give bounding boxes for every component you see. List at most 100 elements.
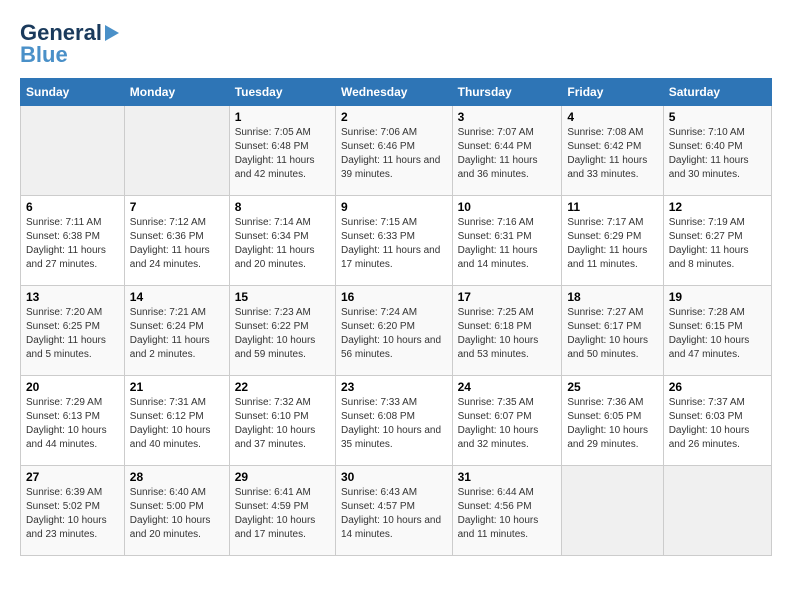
page-header: General Blue: [20, 20, 772, 68]
calendar-cell: 24 Sunrise: 7:35 AM Sunset: 6:07 PM Dayli…: [452, 376, 562, 466]
calendar-cell: 3Sunrise: 7:07 AM Sunset: 6:44 PM Daylig…: [452, 106, 562, 196]
week-row-4: 20 Sunrise: 7:29 AM Sunset: 6:13 PM Dayli…: [21, 376, 772, 466]
day-info: Sunrise: 7:32 AM Sunset: 6:10 PM Dayligh…: [235, 396, 330, 452]
day-number: 3: [458, 110, 557, 124]
day-info: Sunrise: 7:20 AM Sunset: 6:25 PM Dayligh…: [26, 306, 119, 362]
day-number: 24: [458, 380, 557, 394]
calendar-cell: 19Sunrise: 7:28 AM Sunset: 6:15 PM Dayli…: [663, 286, 771, 376]
day-number: 7: [130, 200, 224, 214]
header-day-wednesday: Wednesday: [335, 79, 452, 106]
day-info: Sunrise: 6:41 AM Sunset: 4:59 PM Dayligh…: [235, 486, 330, 542]
day-number: 4: [567, 110, 657, 124]
day-info: Sunrise: 6:40 AM Sunset: 5:00 PM Dayligh…: [130, 486, 224, 542]
calendar-cell: 28 Sunrise: 6:40 AM Sunset: 5:00 PM Dayli…: [124, 466, 229, 556]
calendar-cell: 11 Sunrise: 7:17 AM Sunset: 6:29 PM Dayli…: [562, 196, 663, 286]
calendar-cell: 22Sunrise: 7:32 AM Sunset: 6:10 PM Dayli…: [229, 376, 335, 466]
header-day-monday: Monday: [124, 79, 229, 106]
header-row: SundayMondayTuesdayWednesdayThursdayFrid…: [21, 79, 772, 106]
logo: General Blue: [20, 20, 122, 68]
logo-arrow-icon: [105, 25, 119, 41]
calendar-cell: 31 Sunrise: 6:44 AM Sunset: 4:56 PM Dayli…: [452, 466, 562, 556]
day-number: 17: [458, 290, 557, 304]
calendar-cell: 2 Sunrise: 7:06 AM Sunset: 6:46 PM Daylig…: [335, 106, 452, 196]
day-info: Sunrise: 7:10 AM Sunset: 6:40 PM Dayligh…: [669, 126, 766, 182]
day-info: Sunrise: 6:39 AM Sunset: 5:02 PM Dayligh…: [26, 486, 119, 542]
day-info: Sunrise: 7:05 AM Sunset: 6:48 PM Dayligh…: [235, 126, 330, 182]
calendar-cell: 17 Sunrise: 7:25 AM Sunset: 6:18 PM Dayli…: [452, 286, 562, 376]
calendar-cell: 8 Sunrise: 7:14 AM Sunset: 6:34 PM Daylig…: [229, 196, 335, 286]
day-info: Sunrise: 7:14 AM Sunset: 6:34 PM Dayligh…: [235, 216, 330, 272]
calendar-cell: 14 Sunrise: 7:21 AM Sunset: 6:24 PM Dayli…: [124, 286, 229, 376]
day-number: 11: [567, 200, 657, 214]
logo: General Blue: [20, 20, 122, 68]
day-info: Sunrise: 7:33 AM Sunset: 6:08 PM Dayligh…: [341, 396, 447, 452]
day-info: Sunrise: 7:12 AM Sunset: 6:36 PM Dayligh…: [130, 216, 224, 272]
header-day-tuesday: Tuesday: [229, 79, 335, 106]
calendar-cell: 1 Sunrise: 7:05 AM Sunset: 6:48 PM Daylig…: [229, 106, 335, 196]
header-day-friday: Friday: [562, 79, 663, 106]
calendar-cell: 23 Sunrise: 7:33 AM Sunset: 6:08 PM Dayli…: [335, 376, 452, 466]
calendar-cell: 30Sunrise: 6:43 AM Sunset: 4:57 PM Dayli…: [335, 466, 452, 556]
day-number: 14: [130, 290, 224, 304]
day-number: 6: [26, 200, 119, 214]
day-number: 2: [341, 110, 447, 124]
day-number: 5: [669, 110, 766, 124]
day-number: 12: [669, 200, 766, 214]
calendar-cell: 13 Sunrise: 7:20 AM Sunset: 6:25 PM Dayli…: [21, 286, 125, 376]
calendar-cell: 5 Sunrise: 7:10 AM Sunset: 6:40 PM Daylig…: [663, 106, 771, 196]
calendar-cell: 12 Sunrise: 7:19 AM Sunset: 6:27 PM Dayli…: [663, 196, 771, 286]
day-info: Sunrise: 7:25 AM Sunset: 6:18 PM Dayligh…: [458, 306, 557, 362]
day-number: 28: [130, 470, 224, 484]
week-row-2: 6 Sunrise: 7:11 AM Sunset: 6:38 PM Daylig…: [21, 196, 772, 286]
day-info: Sunrise: 7:16 AM Sunset: 6:31 PM Dayligh…: [458, 216, 557, 272]
day-info: Sunrise: 7:19 AM Sunset: 6:27 PM Dayligh…: [669, 216, 766, 272]
day-info: Sunrise: 7:29 AM Sunset: 6:13 PM Dayligh…: [26, 396, 119, 452]
day-info: Sunrise: 7:37 AM Sunset: 6:03 PM Dayligh…: [669, 396, 766, 452]
day-number: 31: [458, 470, 557, 484]
day-info: Sunrise: 7:36 AM Sunset: 6:05 PM Dayligh…: [567, 396, 657, 452]
day-info: Sunrise: 6:43 AM Sunset: 4:57 PM Dayligh…: [341, 486, 447, 542]
day-info: Sunrise: 7:08 AM Sunset: 6:42 PM Dayligh…: [567, 126, 657, 182]
day-number: 1: [235, 110, 330, 124]
calendar-cell: [21, 106, 125, 196]
day-info: Sunrise: 6:44 AM Sunset: 4:56 PM Dayligh…: [458, 486, 557, 542]
calendar-cell: 6 Sunrise: 7:11 AM Sunset: 6:38 PM Daylig…: [21, 196, 125, 286]
day-number: 26: [669, 380, 766, 394]
day-number: 21: [130, 380, 224, 394]
day-info: Sunrise: 7:23 AM Sunset: 6:22 PM Dayligh…: [235, 306, 330, 362]
header-day-sunday: Sunday: [21, 79, 125, 106]
calendar-table: SundayMondayTuesdayWednesdayThursdayFrid…: [20, 78, 772, 556]
calendar-cell: [663, 466, 771, 556]
calendar-cell: 10 Sunrise: 7:16 AM Sunset: 6:31 PM Dayli…: [452, 196, 562, 286]
calendar-cell: 25 Sunrise: 7:36 AM Sunset: 6:05 PM Dayli…: [562, 376, 663, 466]
calendar-cell: [124, 106, 229, 196]
day-number: 27: [26, 470, 119, 484]
day-number: 10: [458, 200, 557, 214]
day-info: Sunrise: 7:21 AM Sunset: 6:24 PM Dayligh…: [130, 306, 224, 362]
week-row-3: 13 Sunrise: 7:20 AM Sunset: 6:25 PM Dayli…: [21, 286, 772, 376]
day-info: Sunrise: 7:06 AM Sunset: 6:46 PM Dayligh…: [341, 126, 447, 182]
calendar-cell: 15Sunrise: 7:23 AM Sunset: 6:22 PM Dayli…: [229, 286, 335, 376]
day-number: 19: [669, 290, 766, 304]
day-info: Sunrise: 7:15 AM Sunset: 6:33 PM Dayligh…: [341, 216, 447, 272]
calendar-body: 1 Sunrise: 7:05 AM Sunset: 6:48 PM Daylig…: [21, 106, 772, 556]
day-number: 29: [235, 470, 330, 484]
calendar-cell: 4 Sunrise: 7:08 AM Sunset: 6:42 PM Daylig…: [562, 106, 663, 196]
day-number: 8: [235, 200, 330, 214]
calendar-cell: 18Sunrise: 7:27 AM Sunset: 6:17 PM Dayli…: [562, 286, 663, 376]
day-info: Sunrise: 7:17 AM Sunset: 6:29 PM Dayligh…: [567, 216, 657, 272]
day-number: 20: [26, 380, 119, 394]
calendar-cell: 26 Sunrise: 7:37 AM Sunset: 6:03 PM Dayli…: [663, 376, 771, 466]
day-info: Sunrise: 7:11 AM Sunset: 6:38 PM Dayligh…: [26, 216, 119, 272]
day-info: Sunrise: 7:31 AM Sunset: 6:12 PM Dayligh…: [130, 396, 224, 452]
day-info: Sunrise: 7:35 AM Sunset: 6:07 PM Dayligh…: [458, 396, 557, 452]
calendar-cell: 7 Sunrise: 7:12 AM Sunset: 6:36 PM Daylig…: [124, 196, 229, 286]
day-number: 13: [26, 290, 119, 304]
calendar-cell: 27 Sunrise: 6:39 AM Sunset: 5:02 PM Dayli…: [21, 466, 125, 556]
header-day-thursday: Thursday: [452, 79, 562, 106]
day-number: 25: [567, 380, 657, 394]
day-number: 23: [341, 380, 447, 394]
week-row-5: 27 Sunrise: 6:39 AM Sunset: 5:02 PM Dayli…: [21, 466, 772, 556]
day-number: 18: [567, 290, 657, 304]
calendar-cell: 20 Sunrise: 7:29 AM Sunset: 6:13 PM Dayli…: [21, 376, 125, 466]
